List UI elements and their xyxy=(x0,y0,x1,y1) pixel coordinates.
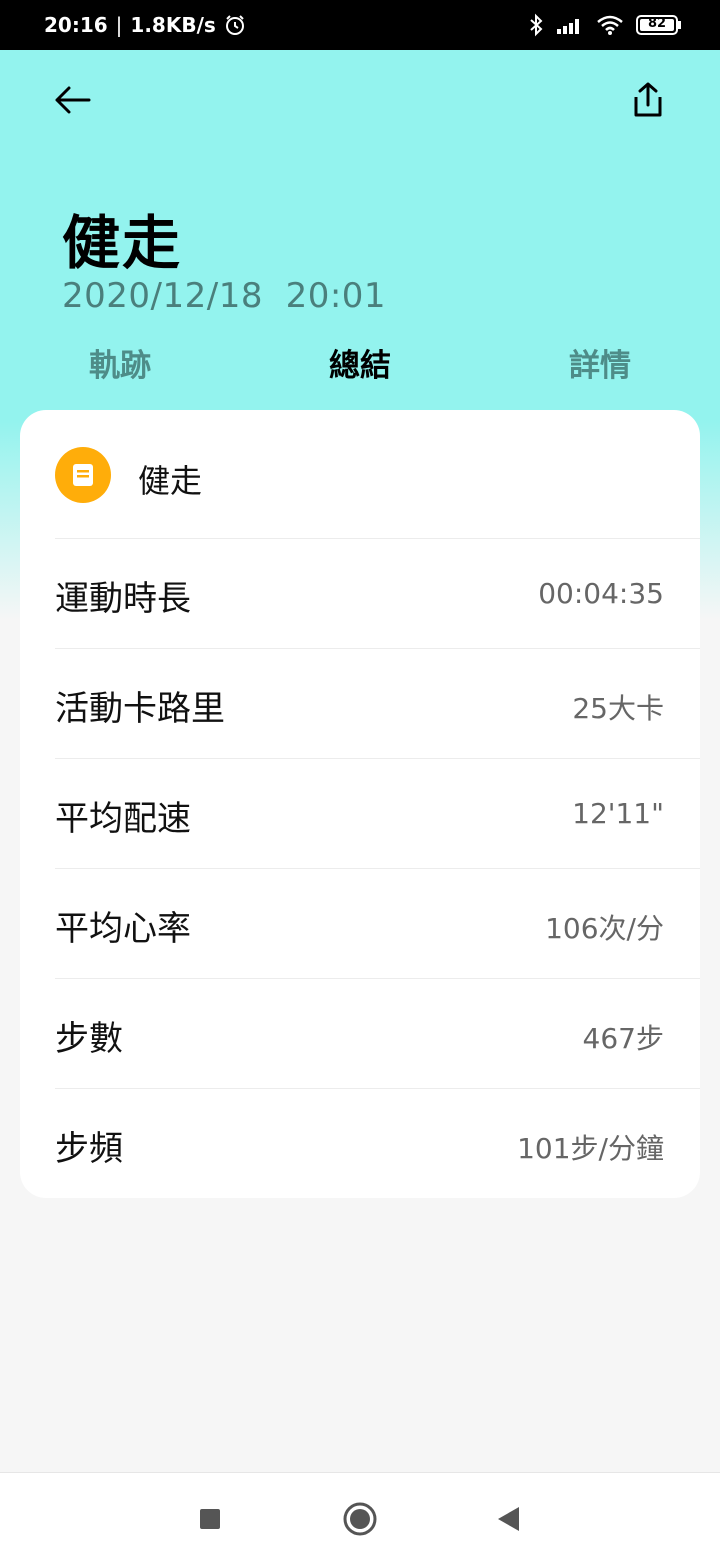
page-title: 健走 xyxy=(62,209,183,277)
recents-square-icon xyxy=(200,1509,220,1529)
system-nav-bar xyxy=(0,1472,720,1560)
tab-bar: 軌跡 總結 詳情 xyxy=(0,340,720,396)
activity-type-badge xyxy=(55,447,111,503)
status-right: 82 xyxy=(528,13,682,37)
toolbar xyxy=(0,70,720,130)
alarm-icon xyxy=(224,14,246,36)
tab-detail[interactable]: 詳情 xyxy=(540,340,660,385)
wifi-icon xyxy=(596,14,624,36)
stat-label: 平均配速 xyxy=(55,799,191,839)
stat-value: 467步 xyxy=(582,1022,664,1055)
battery-level: 82 xyxy=(647,16,667,31)
status-separator: | xyxy=(115,13,123,37)
tab-summary[interactable]: 總結 xyxy=(300,340,420,385)
back-triangle-icon xyxy=(498,1507,519,1531)
stat-label: 步數 xyxy=(55,1019,123,1059)
arrow-left-icon xyxy=(55,86,91,114)
status-time: 20:16 xyxy=(44,13,108,37)
activity-datetime: 2020/12/18 20:01 xyxy=(62,276,387,316)
battery-icon: 82 xyxy=(636,14,682,36)
note-icon xyxy=(73,464,93,486)
stat-label: 步頻 xyxy=(55,1129,123,1169)
stat-value: 12'11" xyxy=(572,797,664,830)
stat-row-cadence: 步頻 101步/分鐘 xyxy=(55,1088,700,1198)
stat-value: 00:04:35 xyxy=(538,577,664,610)
stat-value: 25大卡 xyxy=(572,692,664,725)
stat-row-heart-rate: 平均心率 106次/分 xyxy=(55,868,700,978)
recents-button[interactable] xyxy=(188,1497,232,1541)
stat-value: 101步/分鐘 xyxy=(517,1132,664,1165)
status-net-speed: 1.8KB/s xyxy=(130,13,216,37)
home-circle-icon xyxy=(343,1502,377,1536)
system-back-button[interactable] xyxy=(486,1497,530,1541)
stat-label: 運動時長 xyxy=(55,579,191,619)
stat-label: 活動卡路里 xyxy=(55,689,225,729)
signal-icon xyxy=(556,15,584,35)
share-button[interactable] xyxy=(626,76,670,124)
card-header: 健走 xyxy=(20,410,700,538)
back-button[interactable] xyxy=(48,78,98,122)
stat-label: 平均心率 xyxy=(55,909,191,949)
stat-row-duration: 運動時長 00:04:35 xyxy=(55,538,700,648)
status-left: 20:16 | 1.8KB/s xyxy=(44,13,246,37)
summary-card: 健走 運動時長 00:04:35 活動卡路里 25大卡 平均配速 12'11" … xyxy=(20,410,700,1198)
bluetooth-icon xyxy=(528,13,544,37)
stat-row-calories: 活動卡路里 25大卡 xyxy=(55,648,700,758)
activity-name: 健走 xyxy=(138,462,203,500)
stat-value: 106次/分 xyxy=(545,912,664,945)
share-icon xyxy=(634,82,662,117)
stat-row-steps: 步數 467步 xyxy=(55,978,700,1088)
status-bar: 20:16 | 1.8KB/s 82 xyxy=(0,0,720,50)
home-button[interactable] xyxy=(338,1497,382,1541)
tab-track[interactable]: 軌跡 xyxy=(60,340,180,385)
stat-row-pace: 平均配速 12'11" xyxy=(55,758,700,868)
